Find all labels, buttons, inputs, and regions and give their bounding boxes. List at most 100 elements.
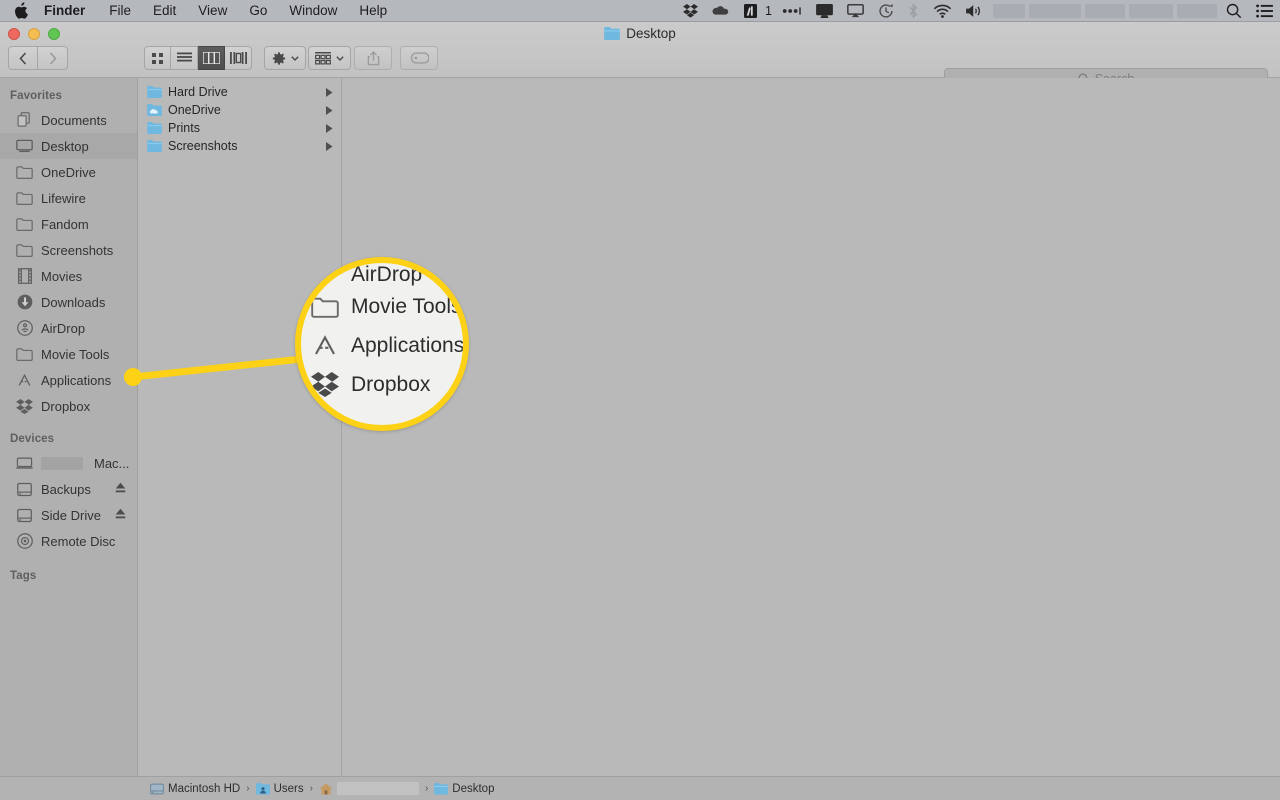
- back-button[interactable]: [8, 46, 38, 70]
- magnified-item-applications[interactable]: Applications: [301, 326, 463, 365]
- hard-disk-icon: [16, 481, 33, 498]
- apple-logo-icon[interactable]: [14, 1, 28, 19]
- sidebar-item-label: AirDrop: [41, 320, 86, 336]
- column-view-first: Hard Drive OneDrive Prints Screenshots: [138, 78, 342, 800]
- folder-icon: [434, 782, 449, 795]
- wifi-icon[interactable]: [926, 0, 959, 22]
- magnified-item-label: Movie Tools: [351, 294, 462, 318]
- chevron-right-icon[interactable]: [326, 123, 333, 133]
- path-segment-macintosh-hd[interactable]: Macintosh HD: [150, 783, 240, 795]
- laptop-icon: [16, 455, 33, 472]
- chevron-right-icon[interactable]: [326, 105, 333, 115]
- path-segment-label: Desktop: [452, 782, 495, 795]
- notification-center-icon[interactable]: [1249, 0, 1280, 22]
- display-icon[interactable]: [809, 0, 840, 22]
- magnified-item-airdrop[interactable]: AirDrop: [301, 263, 463, 287]
- path-segment-users[interactable]: Users: [255, 782, 304, 795]
- column-row-onedrive[interactable]: OneDrive: [138, 101, 341, 119]
- path-segment-home[interactable]: [319, 782, 419, 795]
- magnified-item-label: AirDrop: [351, 263, 423, 286]
- sidebar-section-tags-header: Tags: [10, 570, 37, 582]
- sidebar-item-label: Screenshots: [41, 242, 114, 258]
- path-bar: Macintosh HD › Users › › Desktop: [0, 776, 1280, 800]
- sidebar-item-movies[interactable]: Movies: [0, 263, 137, 289]
- share-button[interactable]: [354, 46, 392, 70]
- chevron-right-icon[interactable]: [326, 87, 333, 97]
- time-machine-icon[interactable]: [871, 0, 901, 22]
- volume-icon[interactable]: [959, 0, 991, 22]
- path-segment-desktop[interactable]: Desktop: [434, 782, 495, 795]
- column-view-button[interactable]: [198, 46, 225, 70]
- gallery-view-button[interactable]: [225, 46, 252, 70]
- sidebar-item-remote-disc[interactable]: Remote Disc: [0, 528, 137, 554]
- airdrop-icon: [16, 320, 33, 337]
- action-gear-button[interactable]: [264, 46, 306, 70]
- column-row-hard-drive[interactable]: Hard Drive: [138, 83, 341, 101]
- sidebar-item-label: Dropbox: [41, 398, 91, 414]
- menu-item-window[interactable]: Window: [278, 0, 348, 22]
- folder-icon: [16, 164, 33, 181]
- column-row-prints[interactable]: Prints: [138, 119, 341, 137]
- sidebar-item-label: Desktop: [41, 138, 89, 154]
- sidebar-item-label: Movies: [41, 268, 83, 284]
- eject-icon[interactable]: [115, 482, 126, 494]
- sidebar-item-screenshots[interactable]: Screenshots: [0, 237, 137, 263]
- window-title: Desktop: [0, 26, 1280, 41]
- list-view-button[interactable]: [171, 46, 198, 70]
- icon-view-button[interactable]: [144, 46, 171, 70]
- sidebar-item-airdrop[interactable]: AirDrop: [0, 315, 137, 341]
- bluetooth-icon[interactable]: [901, 0, 926, 22]
- airplay-icon[interactable]: [840, 0, 871, 22]
- menu-item-file[interactable]: File: [98, 0, 142, 22]
- sidebar-item-movie-tools[interactable]: Movie Tools: [0, 341, 137, 367]
- menu-item-edit[interactable]: Edit: [142, 0, 187, 22]
- arrange-button[interactable]: [308, 46, 351, 70]
- optical-disc-icon: [16, 533, 33, 550]
- folder-icon: [147, 86, 162, 98]
- eject-icon[interactable]: [115, 508, 126, 520]
- dropbox-icon[interactable]: [676, 0, 705, 22]
- sidebar-item-desktop[interactable]: Desktop: [0, 133, 137, 159]
- onedrive-cloud-icon[interactable]: [705, 0, 737, 22]
- finder-window-screenshot: Finder File Edit View Go Window Help 1 D…: [0, 0, 1280, 800]
- chevron-right-icon[interactable]: [326, 141, 333, 151]
- menu-item-finder[interactable]: Finder: [44, 0, 98, 22]
- hard-disk-icon: [16, 507, 33, 524]
- sidebar-item-macbook[interactable]: Mac...: [0, 450, 137, 476]
- sidebar-item-side-drive[interactable]: Side Drive: [0, 502, 137, 528]
- sidebar-item-lifewire[interactable]: Lifewire: [0, 185, 137, 211]
- menu-bar-left: Finder File Edit View Go Window Help: [0, 0, 398, 22]
- menubar-redacted-block-2: [1029, 4, 1081, 18]
- column-row-label: OneDrive: [168, 103, 221, 117]
- tag-button[interactable]: [400, 46, 438, 70]
- menubar-redacted-block-1: [993, 4, 1025, 18]
- window-toolbar: Search: [0, 44, 1280, 90]
- menu-bar: Finder File Edit View Go Window Help 1: [0, 0, 1280, 22]
- redacted-username: [336, 782, 419, 795]
- magnified-item-label: Dropbox: [351, 372, 431, 396]
- sidebar-item-applications[interactable]: Applications: [0, 367, 137, 393]
- sidebar-section-devices-header: Devices: [10, 433, 55, 445]
- sidebar: Favorites Documents Desktop OneDrive Lif…: [0, 78, 138, 800]
- onedrive-folder-icon: [147, 104, 162, 116]
- menu-item-go[interactable]: Go: [238, 0, 278, 22]
- documents-icon: [16, 112, 33, 129]
- magnifier-callout: AirDrop Movie Tools Applications Dropbox: [295, 257, 469, 431]
- sidebar-item-dropbox[interactable]: Dropbox: [0, 393, 137, 419]
- sidebar-item-backups[interactable]: Backups: [0, 476, 137, 502]
- sidebar-item-documents[interactable]: Documents: [0, 107, 137, 133]
- path-separator: ›: [246, 783, 250, 794]
- adobe-app-icon[interactable]: [737, 0, 764, 22]
- magnified-item-movie-tools[interactable]: Movie Tools: [301, 287, 463, 326]
- magnified-item-dropbox[interactable]: Dropbox: [301, 365, 463, 404]
- spotlight-search-icon[interactable]: [1219, 0, 1249, 22]
- sidebar-item-fandom[interactable]: Fandom: [0, 211, 137, 237]
- menu-item-view[interactable]: View: [187, 0, 238, 22]
- forward-button[interactable]: [38, 46, 68, 70]
- sidebar-item-downloads[interactable]: Downloads: [0, 289, 137, 315]
- sidebar-item-onedrive[interactable]: OneDrive: [0, 159, 137, 185]
- column-row-screenshots[interactable]: Screenshots: [138, 137, 341, 155]
- notification-dots-icon[interactable]: [775, 0, 809, 22]
- navigation-buttons: [8, 46, 68, 70]
- menu-item-help[interactable]: Help: [348, 0, 398, 22]
